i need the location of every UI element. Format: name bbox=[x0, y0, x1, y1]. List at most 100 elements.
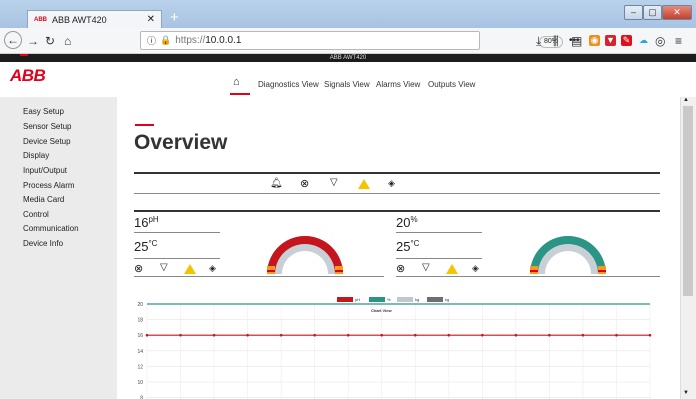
extension-pen-icon[interactable]: ✎ bbox=[621, 35, 632, 46]
menu-icon[interactable]: ≡ bbox=[675, 34, 682, 48]
channel-2-gauge-band-left-2 bbox=[530, 270, 538, 272]
scroll-down-icon[interactable]: ▼ bbox=[683, 390, 689, 396]
channel-1-divider-2 bbox=[134, 258, 220, 259]
chart-view: 20 18 16 14 12 10 8 bbox=[137, 302, 652, 399]
channel-2-gauge-band-right-2 bbox=[598, 270, 606, 272]
chart-point-ph bbox=[481, 333, 484, 337]
channel-1-unit: pH bbox=[148, 215, 159, 224]
section-divider-mid bbox=[134, 193, 660, 194]
channel-2-divider-2 bbox=[396, 258, 482, 259]
zoom-indicator[interactable]: 80% bbox=[539, 36, 563, 48]
chart-point-ph bbox=[413, 333, 417, 337]
maintenance-icon[interactable]: ◈ bbox=[388, 178, 395, 189]
chart-point-ph bbox=[279, 333, 283, 337]
chart-ytick-label: 20 bbox=[137, 302, 143, 308]
channel-1-temp-unit: °C bbox=[148, 239, 158, 248]
extension-cookie-icon[interactable]: ◉ bbox=[589, 35, 600, 46]
sidebar-item-process-alarm[interactable]: Process Alarm bbox=[23, 181, 75, 190]
maximize-icon[interactable]: ▢ bbox=[643, 5, 662, 20]
tab-title: ABB AWT420 bbox=[52, 14, 107, 25]
sidebar-toggle-icon[interactable]: ▤ bbox=[571, 34, 582, 48]
url-bar[interactable]: ⓘ 🔒 https://10.0.0.1 80% ••• ♡ ☆ bbox=[140, 31, 613, 50]
channel-1-gauge bbox=[267, 236, 343, 274]
home-nav-icon[interactable]: ⌂ bbox=[233, 76, 240, 88]
chart-point-ph bbox=[615, 333, 618, 337]
sidebar-item-media-card[interactable]: Media Card bbox=[23, 195, 64, 204]
bell-icon[interactable]: 🔔︎ bbox=[270, 178, 283, 189]
channel-2-function-check-icon[interactable]: ▽ bbox=[422, 262, 430, 273]
sidebar-item-device-info[interactable]: Device Info bbox=[23, 239, 63, 248]
page-banner: ABB AWT420 bbox=[0, 54, 696, 62]
channel-1-warning-icon[interactable] bbox=[184, 264, 196, 274]
channel-1-maintenance-icon[interactable]: ◈ bbox=[209, 263, 216, 274]
sidebar-item-easy-setup[interactable]: Easy Setup bbox=[23, 107, 64, 116]
chart-point-ph bbox=[514, 333, 518, 337]
sidebar-item-sensor-setup[interactable]: Sensor Setup bbox=[23, 122, 71, 131]
tab-abb-logo: ABB bbox=[34, 16, 47, 23]
chart-point-ph bbox=[380, 333, 384, 337]
channel-1-temp-box: 25°C bbox=[134, 239, 157, 254]
extension-shield-icon[interactable]: ▼ bbox=[605, 35, 616, 46]
nav-signals-view[interactable]: Signals View bbox=[324, 80, 370, 89]
channel-1-function-check-icon[interactable]: ▽ bbox=[160, 262, 168, 273]
channel-1-failure-icon[interactable]: ⊗ bbox=[134, 262, 143, 275]
chart-ytick-label: 14 bbox=[137, 349, 143, 355]
home-icon[interactable]: ⌂ bbox=[64, 34, 71, 48]
scroll-up-icon[interactable]: ▲ bbox=[683, 97, 689, 103]
window-close-icon[interactable]: ✕ bbox=[662, 5, 692, 20]
library-icon[interactable]: ⫼ bbox=[553, 34, 559, 49]
channel-1-gauge-band-left-2 bbox=[267, 270, 275, 272]
browser-toolbar: ← → ↻ ⌂ ⓘ 🔒 https://10.0.0.1 80% ••• ♡ ☆… bbox=[0, 28, 696, 54]
chart-ytick-label: 10 bbox=[137, 380, 143, 386]
back-icon[interactable]: ← bbox=[4, 31, 22, 49]
channel-1-divider bbox=[134, 232, 220, 233]
chart-point-ph bbox=[145, 333, 149, 337]
reload-icon[interactable]: ↻ bbox=[45, 34, 55, 48]
chart-point-ph bbox=[548, 333, 551, 337]
failure-icon[interactable]: ⊗ bbox=[300, 177, 309, 190]
nav-diagnostics-view[interactable]: Diagnostics View bbox=[258, 80, 319, 89]
new-tab-icon[interactable]: + bbox=[170, 9, 179, 26]
channel-2-maintenance-icon[interactable]: ◈ bbox=[472, 263, 479, 274]
home-active-indicator bbox=[230, 93, 250, 95]
sidebar-item-control[interactable]: Control bbox=[23, 210, 49, 219]
section-divider-2 bbox=[134, 210, 660, 212]
info-icon[interactable]: ⓘ bbox=[147, 34, 156, 47]
sidebar-item-device-setup[interactable]: Device Setup bbox=[23, 137, 71, 146]
browser-tab[interactable]: ABB ABB AWT420 ✕ bbox=[27, 10, 162, 28]
channel-2-gauge bbox=[530, 236, 606, 274]
warning-icon[interactable] bbox=[358, 179, 370, 189]
channel-2-failure-icon[interactable]: ⊗ bbox=[396, 262, 405, 275]
channel-1-gauge-band-right-2 bbox=[335, 270, 343, 272]
chart-point-ph bbox=[246, 333, 249, 337]
nav-outputs-view[interactable]: Outputs View bbox=[428, 80, 475, 89]
chart-point-ph bbox=[313, 333, 316, 337]
sidebar-item-display[interactable]: Display bbox=[23, 151, 49, 160]
extension-cloud-icon[interactable]: ☁ bbox=[638, 35, 649, 46]
nav-alarms-view[interactable]: Alarms View bbox=[376, 80, 420, 89]
abb-logo: ABB bbox=[10, 66, 46, 85]
chart-point-ph bbox=[179, 333, 182, 337]
channel-1-value-box: 16pH bbox=[134, 215, 159, 230]
lock-warning-icon: 🔒 bbox=[160, 35, 172, 45]
page-title: Overview bbox=[134, 131, 228, 154]
channel-1-value: 16 bbox=[134, 215, 149, 230]
channel-2-temp-unit: °C bbox=[410, 239, 420, 248]
tab-close-icon[interactable]: ✕ bbox=[147, 14, 155, 25]
channel-2-divider bbox=[396, 232, 482, 233]
chart-ytick-label: 8 bbox=[140, 396, 143, 399]
chart-point-ph bbox=[581, 333, 585, 337]
channel-2-value: 20 bbox=[396, 215, 411, 230]
sidebar-item-input-output[interactable]: Input/Output bbox=[23, 166, 67, 175]
section-divider-top bbox=[134, 172, 660, 174]
sidebar-item-communication[interactable]: Communication bbox=[23, 224, 79, 233]
forward-icon[interactable]: → bbox=[27, 34, 39, 48]
channel-2-value-box: 20% bbox=[396, 215, 418, 230]
minimize-icon[interactable]: – bbox=[624, 5, 643, 20]
download-icon[interactable]: ⤓ bbox=[536, 34, 541, 49]
chart-point-ph bbox=[447, 333, 451, 337]
function-check-icon[interactable]: ▽ bbox=[330, 177, 338, 188]
scrollbar-thumb[interactable] bbox=[683, 106, 693, 296]
account-icon[interactable]: ◎ bbox=[655, 34, 665, 48]
channel-2-warning-icon[interactable] bbox=[446, 264, 458, 274]
